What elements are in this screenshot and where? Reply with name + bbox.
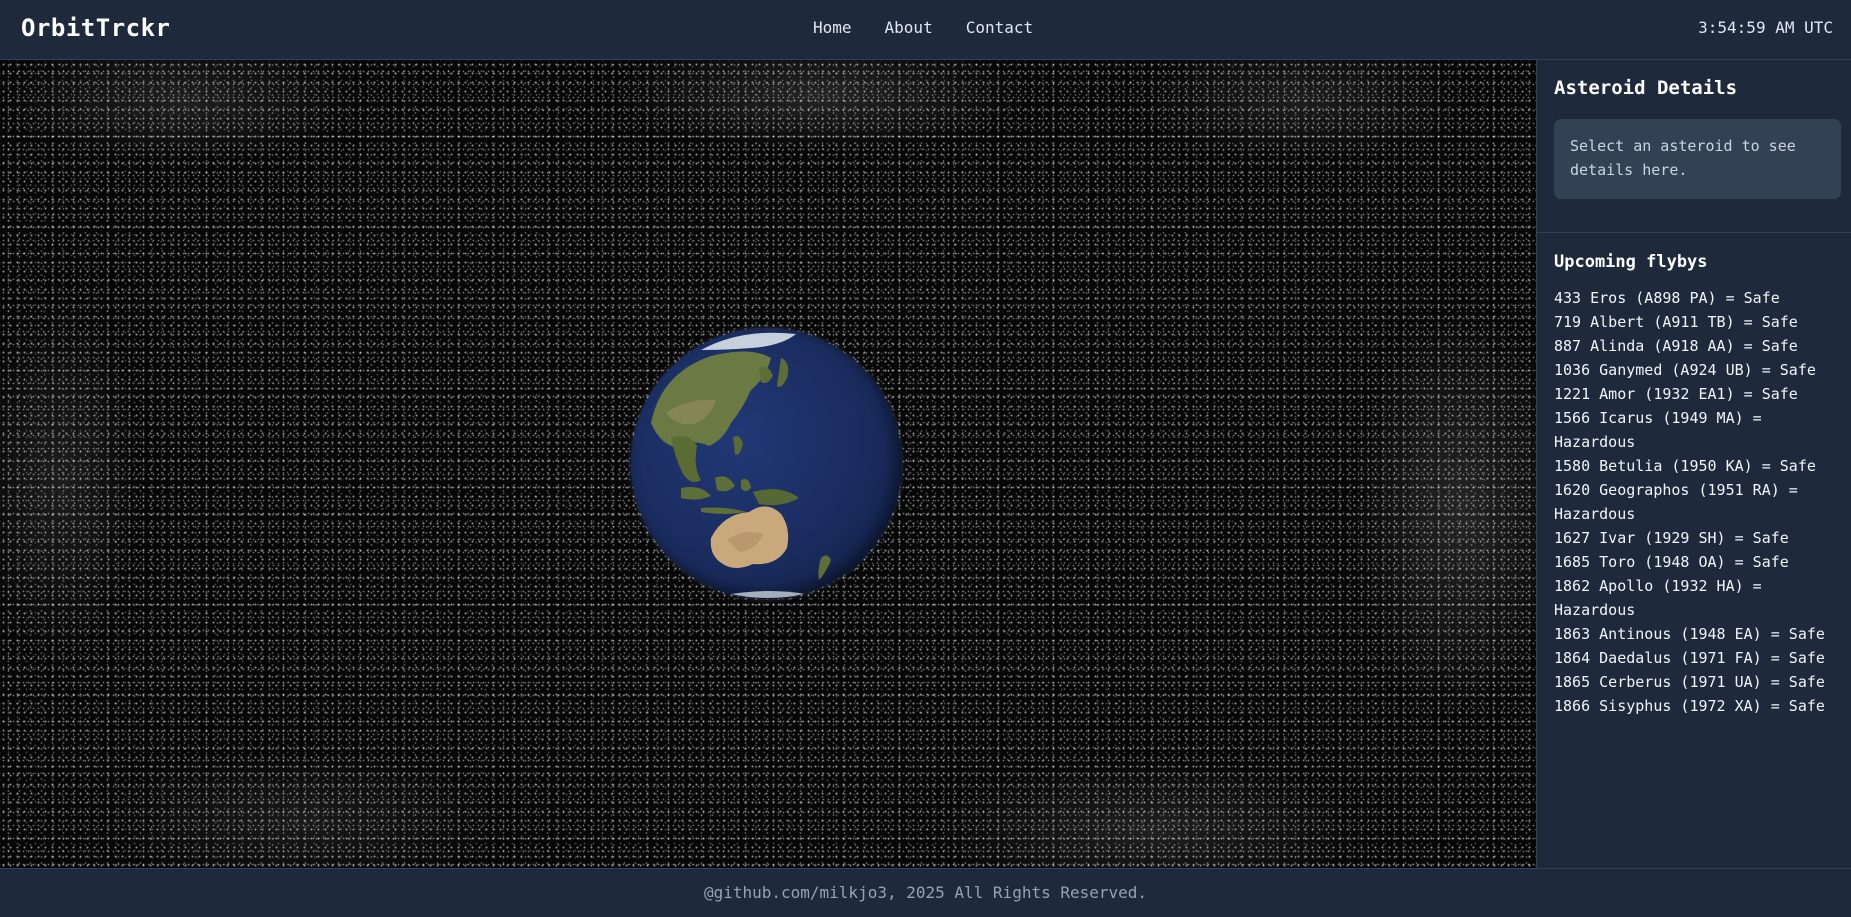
earth-map-graphic	[651, 332, 831, 598]
nav-contact-link[interactable]: Contact	[966, 18, 1033, 37]
brand-logo[interactable]: OrbitTrckr	[21, 14, 171, 42]
asteroid-sidebar: Asteroid Details Select an asteroid to s…	[1536, 60, 1851, 868]
flyby-list-item[interactable]: 1862 Apollo (1932 HA) = Hazardous	[1554, 574, 1844, 622]
flyby-list-item[interactable]: 1685 Toro (1948 OA) = Safe	[1554, 550, 1844, 574]
sidebar-divider	[1537, 232, 1851, 233]
flyby-list-item[interactable]: 1864 Daedalus (1971 FA) = Safe	[1554, 646, 1844, 670]
footer-copyright: @github.com/milkjo3, 2025 All Rights Res…	[703, 883, 1148, 902]
page-footer: @github.com/milkjo3, 2025 All Rights Res…	[0, 868, 1851, 917]
earth-globe-icon[interactable]	[631, 328, 902, 599]
nav-about-link[interactable]: About	[885, 18, 933, 37]
flyby-list-item[interactable]: 719 Albert (A911 TB) = Safe	[1554, 310, 1844, 334]
flyby-list-item[interactable]: 1566 Icarus (1949 MA) = Hazardous	[1554, 406, 1844, 454]
flyby-list-item[interactable]: 1580 Betulia (1950 KA) = Safe	[1554, 454, 1844, 478]
flyby-list: 433 Eros (A898 PA) = Safe 719 Albert (A9…	[1554, 286, 1844, 718]
asteroid-details-title: Asteroid Details	[1554, 77, 1738, 99]
upcoming-flybys-title: Upcoming flybys	[1554, 252, 1708, 272]
flyby-list-item[interactable]: 1620 Geographos (1951 RA) = Hazardous	[1554, 478, 1844, 526]
top-navbar: OrbitTrckr Home About Contact 3:54:59 AM…	[0, 0, 1851, 60]
asteroid-details-panel: Select an asteroid to see details here.	[1554, 119, 1841, 199]
flyby-list-item[interactable]: 887 Alinda (A918 AA) = Safe	[1554, 334, 1844, 358]
space-viewport-canvas[interactable]	[0, 60, 1536, 868]
flyby-list-item[interactable]: 1866 Sisyphus (1972 XA) = Safe	[1554, 694, 1844, 718]
flyby-list-item[interactable]: 1863 Antinous (1948 EA) = Safe	[1554, 622, 1844, 646]
nav-home-link[interactable]: Home	[813, 18, 852, 37]
utc-clock: 3:54:59 AM UTC	[1698, 18, 1833, 37]
flyby-list-item[interactable]: 1036 Ganymed (A924 UB) = Safe	[1554, 358, 1844, 382]
flyby-list-item[interactable]: 1221 Amor (1932 EA1) = Safe	[1554, 382, 1844, 406]
flyby-list-item[interactable]: 433 Eros (A898 PA) = Safe	[1554, 286, 1844, 310]
main-nav: Home About Contact	[813, 18, 1033, 37]
flyby-list-item[interactable]: 1627 Ivar (1929 SH) = Safe	[1554, 526, 1844, 550]
flyby-list-item[interactable]: 1865 Cerberus (1971 UA) = Safe	[1554, 670, 1844, 694]
